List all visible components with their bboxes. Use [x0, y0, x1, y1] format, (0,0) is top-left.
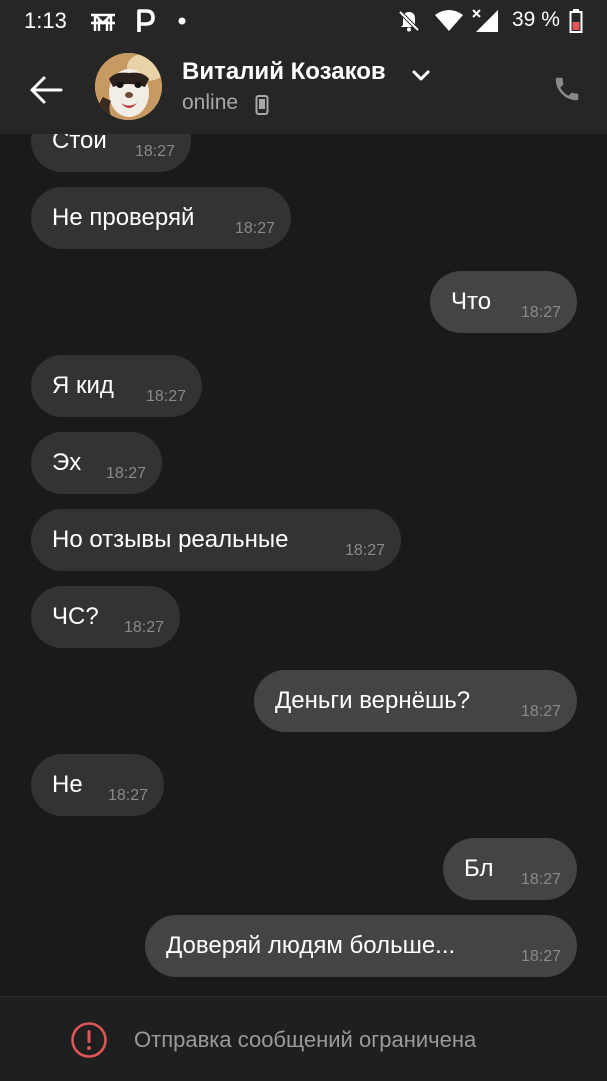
- message-text: ЧС?: [52, 603, 99, 630]
- status-bar: 1:13 39 %: [0, 0, 607, 42]
- message-bubble-incoming[interactable]: Стой 18:27: [31, 134, 191, 172]
- wifi-icon: [434, 8, 464, 34]
- message-text: Я кид: [52, 372, 114, 399]
- message-time: 18:27: [107, 787, 148, 804]
- message-text: Не: [52, 771, 83, 798]
- message-time: 18:27: [134, 143, 175, 160]
- message-bubble-incoming[interactable]: ЧС? 18:27: [31, 586, 180, 648]
- ferret-avatar-icon: [95, 53, 162, 120]
- phone-icon: [555, 77, 579, 101]
- message-text: Бл: [464, 855, 494, 882]
- chevron-down-icon[interactable]: [410, 64, 432, 86]
- contact-name[interactable]: Виталий Козаков: [182, 58, 386, 86]
- message-text: Доверяй людям больше...: [166, 932, 456, 959]
- message-bubble-outgoing[interactable]: Что 18:27: [430, 271, 577, 333]
- message-time: 18:27: [520, 304, 561, 321]
- message-time: 18:27: [145, 388, 186, 405]
- back-button[interactable]: [20, 64, 72, 116]
- chat-header: Виталий Козаков online: [0, 42, 607, 135]
- message-text: Деньги вернёшь?: [275, 687, 471, 714]
- contact-status: online: [182, 91, 239, 114]
- message-text: Не проверяй: [52, 204, 195, 231]
- message-list[interactable]: Стой 18:27 Не проверяй 18:27 Что 18:27 Я…: [0, 134, 607, 996]
- message-text: Но отзывы реальные: [52, 526, 289, 553]
- mute-notifications-icon: [396, 8, 422, 34]
- message-bubble-incoming[interactable]: Не 18:27: [31, 754, 164, 816]
- message-bubble-incoming[interactable]: Но отзывы реальные 18:27: [31, 509, 401, 571]
- restriction-notice: Отправка сообщений ограничена: [134, 1027, 477, 1052]
- bridge-icon: [88, 8, 118, 34]
- dot-icon: [176, 8, 188, 34]
- message-time: 18:27: [520, 948, 561, 965]
- back-arrow-icon: [30, 76, 63, 104]
- message-bubble-outgoing[interactable]: Доверяй людям больше... 18:27: [145, 915, 577, 977]
- message-time: 18:27: [520, 871, 561, 888]
- message-time: 18:27: [123, 619, 164, 636]
- message-time: 18:27: [105, 465, 146, 482]
- signal-icon: [470, 8, 500, 34]
- mobile-device-icon: [255, 95, 269, 115]
- message-bubble-outgoing[interactable]: Бл 18:27: [443, 838, 577, 900]
- message-bubble-incoming[interactable]: Не проверяй 18:27: [31, 187, 291, 249]
- status-time: 1:13: [24, 8, 67, 33]
- message-time: 18:27: [234, 220, 275, 237]
- messaging-restricted-banner: Отправка сообщений ограничена: [0, 996, 607, 1081]
- message-text: Стой: [52, 134, 107, 154]
- call-button[interactable]: [546, 68, 588, 110]
- message-bubble-incoming[interactable]: Я кид 18:27: [31, 355, 202, 417]
- battery-percent: 39 %: [512, 8, 560, 31]
- warning-icon: [71, 1022, 107, 1058]
- message-bubble-incoming[interactable]: Эх 18:27: [31, 432, 162, 494]
- message-time: 18:27: [344, 542, 385, 559]
- avatar[interactable]: [95, 53, 162, 120]
- message-bubble-outgoing[interactable]: Деньги вернёшь? 18:27: [254, 670, 577, 732]
- message-time: 18:27: [520, 703, 561, 720]
- battery-icon: [568, 8, 584, 34]
- message-text: Эх: [52, 449, 82, 476]
- message-text: Что: [451, 288, 492, 315]
- parking-icon: [134, 8, 156, 34]
